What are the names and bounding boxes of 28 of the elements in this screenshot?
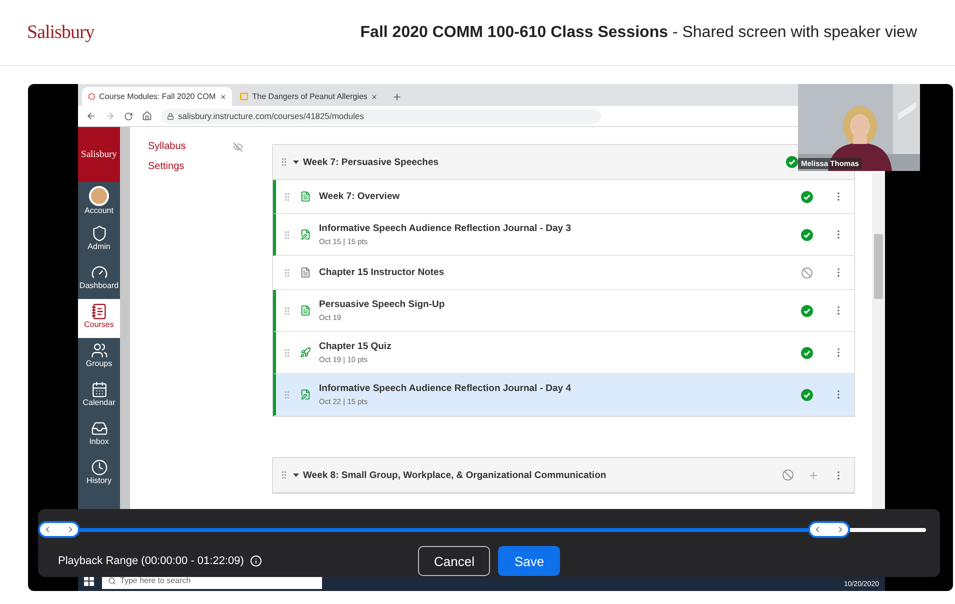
item-title[interactable]: Week 7: Overview <box>319 191 793 202</box>
item-title[interactable]: Informative Speech Audience Reflection Journal - Day 4 <box>319 383 793 394</box>
nav-item[interactable]: Account <box>78 182 120 221</box>
nav-item[interactable]: Dashboard <box>78 260 120 299</box>
nav-item[interactable]: Admin <box>78 221 120 260</box>
item-title[interactable]: Persuasive Speech Sign-Up <box>319 299 793 310</box>
module-title[interactable]: Week 8: Small Group, Workplace, & Organizational Communication <box>303 470 606 480</box>
nav-item[interactable]: Calendar <box>78 377 120 416</box>
playback-range-label: Playback Range (00:00:00 - 01:22:09) <box>58 555 244 567</box>
nav-item[interactable]: Inbox <box>78 416 120 455</box>
module-title[interactable]: Week 7: Persuasive Speeches <box>303 156 439 168</box>
save-button[interactable]: Save <box>498 546 560 576</box>
browser-tab[interactable]: The Dangers of Peanut Allergies <box>234 87 384 106</box>
nav-item[interactable]: History <box>78 455 120 494</box>
recording-title: Fall 2020 COMM 100-610 Class Sessions - Shared screen with speaker view <box>360 24 917 42</box>
nav-item[interactable]: Courses <box>78 299 120 338</box>
university-logo: Salisbury <box>27 22 94 44</box>
item-title[interactable]: Chapter 15 Instructor Notes <box>319 267 793 278</box>
course-nav-link[interactable]: Settings <box>148 161 184 172</box>
item-title[interactable]: Informative Speech Audience Reflection Journal - Day 3 <box>319 223 793 234</box>
nav-logo[interactable]: Salisbury <box>78 127 120 182</box>
module-item[interactable]: Week 7: Overview <box>273 180 854 214</box>
nav-item[interactable]: Groups <box>78 338 120 377</box>
cancel-button[interactable]: Cancel <box>418 546 490 576</box>
browser-tab[interactable]: Course Modules: Fall 2020 COM <box>82 87 232 106</box>
course-nav-link[interactable]: Syllabus <box>148 141 186 152</box>
item-title[interactable]: Chapter 15 Quiz <box>319 341 793 352</box>
address-field[interactable]: salisbury.instructure.com/courses/41825/modules <box>161 108 601 124</box>
